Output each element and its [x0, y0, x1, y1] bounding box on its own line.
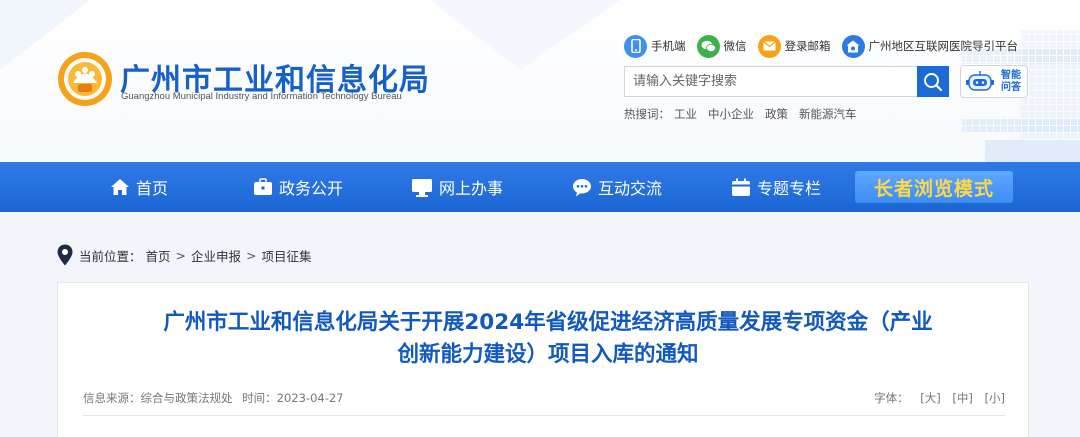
breadcrumb: 当前位置： 首页 > 企业申报 > 项目征集 [57, 243, 312, 267]
elder-mode-button[interactable]: 长者浏览模式 [855, 171, 1013, 203]
nav-item-interaction[interactable]: 互动交流 [572, 162, 662, 212]
quick-link-label: 登录邮箱 [784, 39, 831, 53]
hot-word[interactable]: 工业 [674, 106, 697, 122]
nav-item-label: 网上办事 [439, 179, 504, 198]
breadcrumb-enterprise-declaration[interactable]: 企业申报 [191, 246, 241, 265]
nav-item-label: 首页 [136, 179, 169, 198]
article-source-time: 信息来源：综合与政策法规处 时间：2023-04-27 [83, 390, 344, 406]
font-size-medium[interactable]: [中] [952, 391, 972, 405]
breadcrumb-separator: > [246, 247, 257, 263]
font-size-small[interactable]: [小] [985, 391, 1005, 405]
article-title-line2: 创新能力建设）项目入库的通知 [397, 342, 699, 367]
hot-word[interactable]: 政策 [765, 106, 788, 122]
quick-link-wechat[interactable]: 微信 [696, 34, 747, 58]
site-header: 广州市工业和信息化局 Guangzhou Municipal Industry … [0, 0, 1080, 162]
calendar-icon [732, 178, 750, 196]
quick-link-label: 微信 [723, 39, 747, 53]
nav-item-special-topics[interactable]: 专题专栏 [731, 162, 821, 212]
robot-icon [966, 70, 994, 91]
mobile-icon [624, 34, 647, 58]
nav-item-label: 政务公开 [279, 179, 344, 198]
main-nav: 首页 政务公开 网上办事 互动交流 专题专栏 长者浏览模式 [0, 162, 1080, 212]
hot-word[interactable]: 中小企业 [708, 106, 754, 122]
smart-qa-label: 智能 问答 [998, 70, 1024, 94]
quick-link-hospital[interactable]: 广州地区互联网医院导引平台 [841, 34, 1019, 58]
hot-search-label: 热搜词： [624, 107, 670, 121]
quick-links: 手机端 微信 登录邮箱 广州地区互联网医院导引平台 [624, 34, 1029, 58]
quick-link-label: 手机端 [651, 39, 686, 53]
chat-icon [573, 178, 591, 196]
breadcrumb-home[interactable]: 首页 [146, 246, 171, 265]
time-value: 2023-04-27 [276, 391, 344, 405]
briefcase-icon [254, 178, 272, 195]
source-label: 信息来源： [83, 391, 141, 405]
nav-item-gov-info[interactable]: 政务公开 [253, 162, 343, 212]
wechat-icon [696, 34, 720, 58]
hot-search-row: 热搜词： 工业 中小企业 政策 新能源汽车 [624, 106, 857, 122]
quick-link-label: 广州地区互联网医院导引平台 [868, 39, 1019, 53]
hot-word[interactable]: 新能源汽车 [799, 106, 857, 122]
breadcrumb-prefix: 当前位置： [79, 248, 142, 264]
article-title-line1: 广州市工业和信息化局关于开展2024年省级促进经济高质量发展专项资金（产业 [163, 310, 933, 335]
hospital-icon [841, 34, 865, 58]
monitor-icon [412, 178, 432, 197]
nav-item-online-service[interactable]: 网上办事 [411, 162, 503, 212]
meta-divider [83, 415, 1005, 416]
location-pin-icon [57, 244, 73, 266]
nav-item-home[interactable]: 首页 [110, 162, 168, 212]
smart-qa-label-line1: 智能 [1001, 69, 1021, 81]
nav-item-label: 专题专栏 [757, 179, 822, 198]
mail-icon [757, 34, 781, 58]
quick-link-mobile[interactable]: 手机端 [624, 34, 686, 58]
breadcrumb-separator: > [175, 247, 187, 263]
quick-link-mail[interactable]: 登录邮箱 [757, 34, 831, 58]
article-title: 广州市工业和信息化局关于开展2024年省级促进经济高质量发展专项资金（产业 创新… [83, 307, 1013, 371]
font-size-label: 字体： [874, 391, 909, 405]
article-meta: 信息来源：综合与政策法规处 时间：2023-04-27 字体： [大] [中] … [83, 390, 1005, 406]
breadcrumb-project-collection[interactable]: 项目征集 [262, 246, 312, 265]
bureau-logo-icon [58, 52, 112, 106]
home-icon [111, 179, 129, 195]
font-size-switcher: 字体： [大] [中] [小] [874, 390, 1005, 406]
smart-qa-label-line2: 问答 [1001, 81, 1021, 93]
source-value: 综合与政策法规处 [140, 391, 233, 405]
smart-qa-button[interactable]: 智能 问答 [960, 65, 1028, 98]
search-input[interactable] [624, 66, 918, 97]
nav-item-label: 互动交流 [598, 179, 663, 198]
time-label: 时间： [242, 391, 277, 405]
font-size-large[interactable]: [大] [920, 391, 940, 405]
site-logo-subtitle: Guangzhou Municipal Industry and Informa… [121, 91, 402, 102]
search-icon [924, 72, 943, 91]
search-button[interactable] [917, 66, 949, 97]
